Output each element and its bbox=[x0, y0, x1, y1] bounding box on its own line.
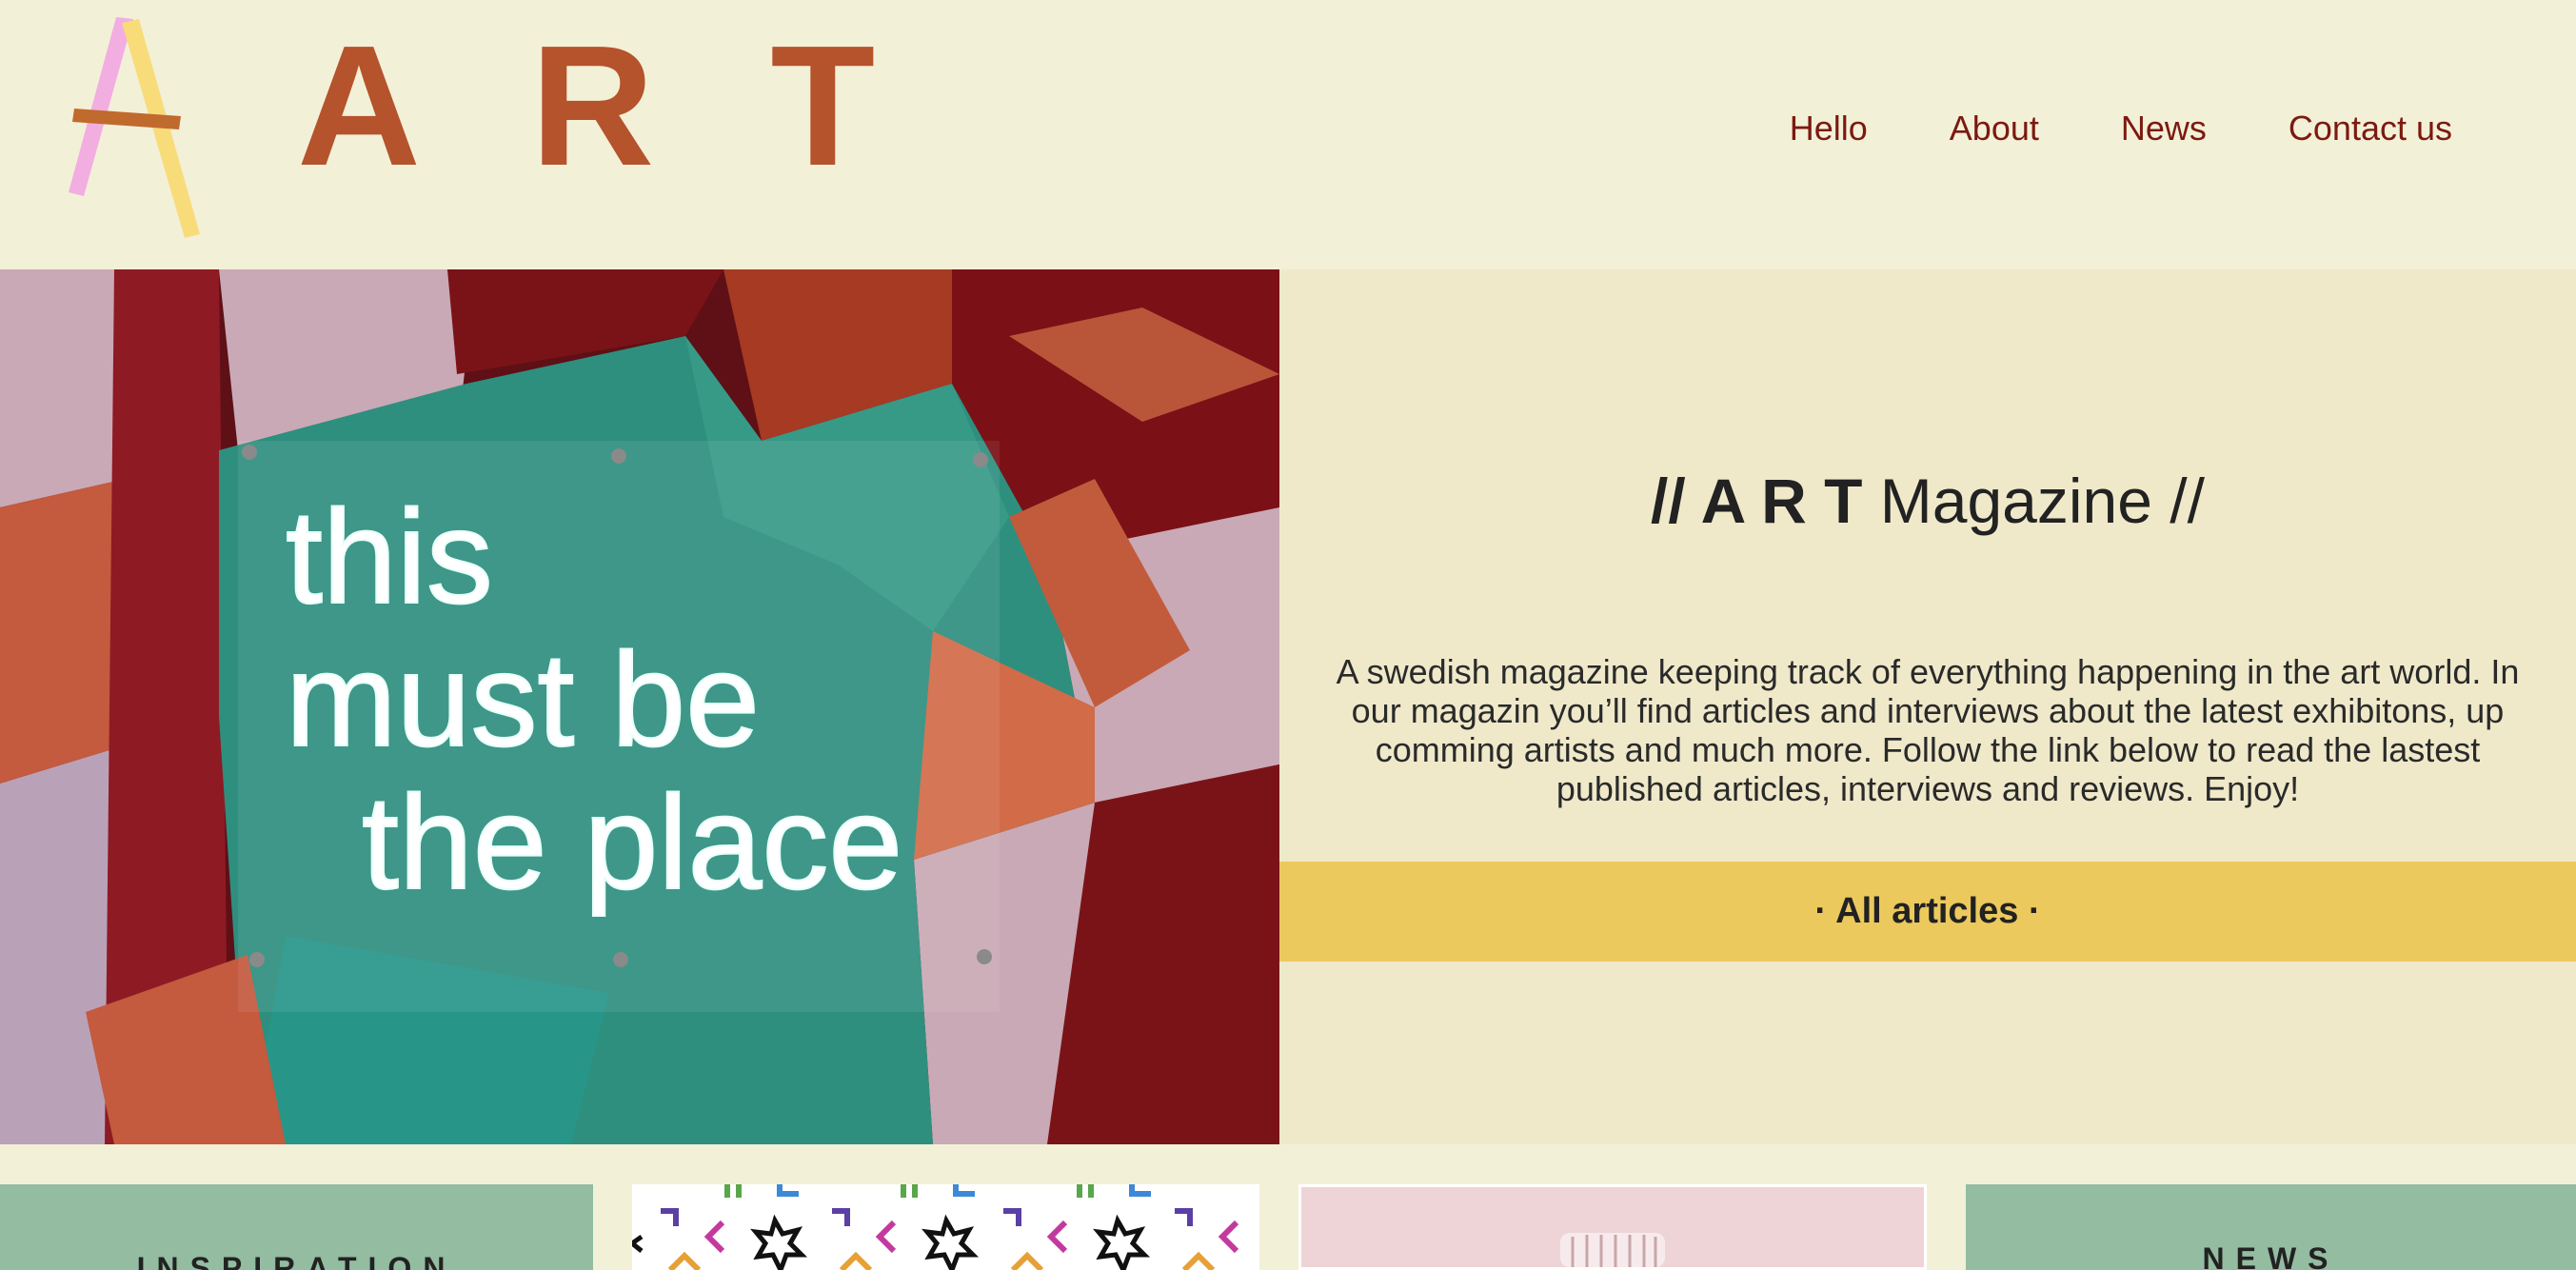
main-nav: Hello About News Contact us bbox=[1790, 109, 2452, 149]
nav-hello[interactable]: Hello bbox=[1790, 109, 1868, 149]
card-title: NEWS bbox=[2202, 1241, 2340, 1270]
magazine-title: // A R T Magazine // bbox=[1279, 465, 2576, 537]
card-pattern[interactable] bbox=[632, 1184, 1259, 1270]
nav-contact[interactable]: Contact us bbox=[2289, 109, 2452, 149]
neon-line-1: this bbox=[286, 482, 493, 631]
category-cards: INSPIRATION NEWS bbox=[0, 1184, 2576, 1270]
card-brush[interactable] bbox=[1298, 1184, 1927, 1270]
hero-section: this must be the place // A R T Magazine… bbox=[0, 269, 2576, 1144]
logo-icon[interactable] bbox=[59, 10, 221, 248]
brand-wordmark[interactable]: A R T bbox=[297, 21, 909, 192]
neon-sign-photo: this must be the place bbox=[0, 269, 1279, 1144]
nav-about[interactable]: About bbox=[1950, 109, 2039, 149]
site-header: A R T Hello About News Contact us bbox=[0, 0, 2576, 269]
brush-image bbox=[1301, 1187, 1924, 1267]
neon-line-2: must be bbox=[286, 625, 760, 774]
card-news[interactable]: NEWS bbox=[1966, 1184, 2576, 1270]
magazine-description: A swedish magazine keeping track of ever… bbox=[1336, 652, 2520, 808]
nav-news[interactable]: News bbox=[2121, 109, 2207, 149]
magazine-title-rest: Magazine // bbox=[1862, 466, 2205, 536]
card-inspiration[interactable]: INSPIRATION bbox=[0, 1184, 593, 1270]
neon-line-3: the place bbox=[362, 767, 902, 917]
pattern-image bbox=[632, 1184, 1239, 1270]
hero-image: this must be the place bbox=[0, 269, 1279, 1144]
magazine-title-bold: // A R T bbox=[1651, 466, 1863, 536]
hero-panel: // A R T Magazine // A swedish magazine … bbox=[1279, 269, 2576, 1144]
all-articles-button[interactable]: · All articles · bbox=[1279, 862, 2576, 962]
card-title: INSPIRATION bbox=[136, 1251, 457, 1270]
